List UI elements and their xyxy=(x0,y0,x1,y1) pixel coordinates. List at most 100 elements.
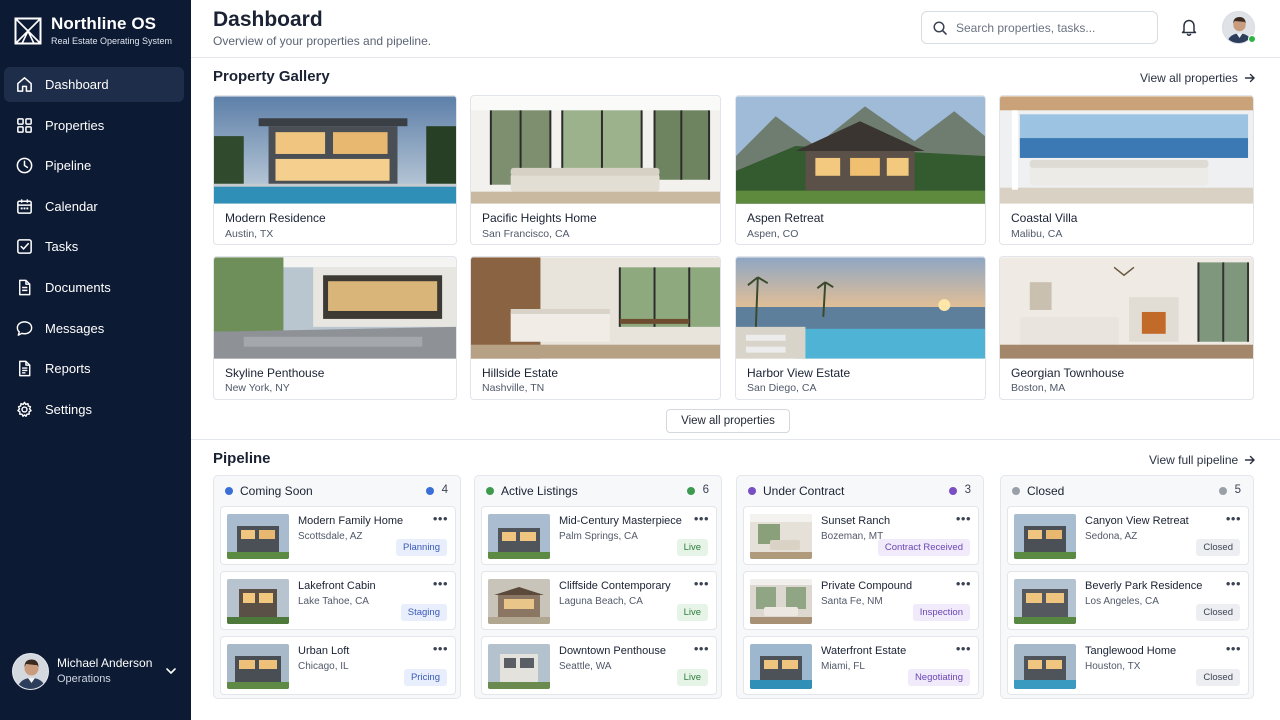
property-location: Nashville, TN xyxy=(482,382,545,394)
count-dot xyxy=(426,487,434,495)
status-badge: Live xyxy=(676,669,708,686)
property-photo xyxy=(214,257,456,359)
deal-card[interactable]: Downtown Penthouse Seattle, WA ••• Live xyxy=(481,636,717,695)
more-options-icon[interactable]: ••• xyxy=(694,641,709,656)
pipeline-title: Pipeline xyxy=(213,450,271,467)
deal-card[interactable]: Sunset Ranch Bozeman, MT ••• Contract Re… xyxy=(743,506,979,565)
more-options-icon[interactable]: ••• xyxy=(956,576,971,591)
sidebar-item-reports[interactable]: Reports xyxy=(4,351,184,386)
property-card-aspen-retreat[interactable]: Aspen Retreat Aspen, CO xyxy=(735,95,986,245)
sidebar-item-label: Documents xyxy=(45,279,111,295)
brand-tagline: Real Estate Operating System xyxy=(51,36,173,46)
more-options-icon[interactable]: ••• xyxy=(956,641,971,656)
property-name: Coastal Villa xyxy=(1011,211,1078,225)
deal-name: Beverly Park Residence xyxy=(1085,580,1203,592)
sidebar-item-documents[interactable]: Documents xyxy=(4,270,184,305)
more-options-icon[interactable]: ••• xyxy=(694,576,709,591)
column-header: Closed 5 xyxy=(1001,476,1253,506)
property-card-harbor-view-estate[interactable]: Harbor View Estate San Diego, CA xyxy=(735,256,986,400)
deal-card[interactable]: Mid-Century Masterpiece Palm Springs, CA… xyxy=(481,506,717,565)
deal-card[interactable]: Lakefront Cabin Lake Tahoe, CA ••• Stagi… xyxy=(220,571,456,630)
property-name: Pacific Heights Home xyxy=(482,211,597,225)
page-title: Dashboard xyxy=(213,8,323,31)
arrow-right-icon xyxy=(1244,73,1255,83)
deal-name: Tanglewood Home xyxy=(1085,645,1177,657)
status-badge: Closed xyxy=(1196,539,1240,556)
deal-card[interactable]: Waterfront Estate Miami, FL ••• Negotiat… xyxy=(743,636,979,695)
deal-card[interactable]: Cliffside Contemporary Laguna Beach, CA … xyxy=(481,571,717,630)
deal-thumbnail xyxy=(750,644,812,689)
user-menu[interactable]: Michael Anderson Operations xyxy=(12,651,182,691)
property-card-modern-residence[interactable]: Modern Residence Austin, TX xyxy=(213,95,457,245)
column-count: 3 xyxy=(964,484,971,496)
status-badge: Contract Received xyxy=(877,539,970,556)
sidebar-item-label: Reports xyxy=(45,361,91,377)
column-title: Active Listings xyxy=(501,484,578,498)
sidebar-item-properties[interactable]: Properties xyxy=(4,108,184,143)
deal-card[interactable]: Beverly Park Residence Los Angeles, CA •… xyxy=(1007,571,1249,630)
chevron-down-icon[interactable] xyxy=(164,664,178,678)
deal-name: Canyon View Retreat xyxy=(1085,515,1189,527)
northline-logo-icon xyxy=(14,17,42,45)
deal-card[interactable]: Urban Loft Chicago, IL ••• Pricing xyxy=(220,636,456,695)
more-options-icon[interactable]: ••• xyxy=(1226,576,1241,591)
search-box[interactable] xyxy=(921,11,1158,44)
online-status-dot xyxy=(1248,35,1256,43)
status-badge: Staging xyxy=(400,604,447,621)
deal-name: Sunset Ranch xyxy=(821,515,891,527)
user-role: Operations xyxy=(57,672,111,685)
sidebar-item-pipeline[interactable]: Pipeline xyxy=(4,148,184,183)
deal-card[interactable]: Tanglewood Home Houston, TX ••• Closed xyxy=(1007,636,1249,695)
deal-card[interactable]: Canyon View Retreat Sedona, AZ ••• Close… xyxy=(1007,506,1249,565)
property-location: San Diego, CA xyxy=(747,382,817,394)
sidebar-nav: Dashboard Properties Pipeline Calendar T… xyxy=(4,67,184,432)
more-options-icon[interactable]: ••• xyxy=(433,511,448,526)
more-options-icon[interactable]: ••• xyxy=(1226,511,1241,526)
avatar xyxy=(12,652,49,690)
search-input[interactable] xyxy=(956,20,1146,35)
view-all-properties-link[interactable]: View all properties xyxy=(1140,71,1256,85)
sidebar-item-label: Calendar xyxy=(45,198,98,214)
view-all-properties-button[interactable]: View all properties xyxy=(666,409,790,433)
user-portrait-icon xyxy=(13,653,48,689)
sidebar-item-calendar[interactable]: Calendar xyxy=(4,189,184,224)
property-card-skyline-penthouse[interactable]: Skyline Penthouse New York, NY xyxy=(213,256,457,400)
chat-icon xyxy=(16,320,33,336)
deal-name: Private Compound xyxy=(821,580,913,592)
property-location: Boston, MA xyxy=(1011,382,1066,394)
sidebar-item-label: Settings xyxy=(45,401,92,417)
sidebar-item-label: Messages xyxy=(45,320,105,336)
sidebar-item-tasks[interactable]: Tasks xyxy=(4,229,184,264)
brand[interactable]: Northline OS Real Estate Operating Syste… xyxy=(14,14,172,47)
deal-card[interactable]: Private Compound Santa Fe, NM ••• Inspec… xyxy=(743,571,979,630)
more-options-icon[interactable]: ••• xyxy=(1226,641,1241,656)
sidebar-item-label: Dashboard xyxy=(45,77,109,92)
property-card-georgian-townhouse[interactable]: Georgian Townhouse Boston, MA xyxy=(999,256,1254,400)
property-card-pacific-heights-home[interactable]: Pacific Heights Home San Francisco, CA xyxy=(470,95,721,245)
view-all-properties-label: View all properties xyxy=(1140,71,1238,85)
calendar-icon xyxy=(17,199,32,214)
deal-card[interactable]: Modern Family Home Scottsdale, AZ ••• Pl… xyxy=(220,506,456,565)
view-full-pipeline-link[interactable]: View full pipeline xyxy=(1149,453,1256,467)
sidebar-item-messages[interactable]: Messages xyxy=(4,311,184,346)
report-icon xyxy=(19,360,31,377)
sidebar-item-dashboard[interactable]: Dashboard xyxy=(4,67,184,102)
pipeline-column-coming-soon: Coming Soon 4 Modern Family Home Scottsd… xyxy=(213,475,461,699)
search-icon xyxy=(933,20,947,35)
deal-location: Sedona, AZ xyxy=(1085,531,1138,542)
deal-thumbnail xyxy=(750,579,812,624)
bell-icon[interactable] xyxy=(1179,17,1199,37)
pipeline-column-closed: Closed 5 Canyon View Retreat Sedona, AZ … xyxy=(1000,475,1254,699)
property-photo xyxy=(471,96,720,204)
more-options-icon[interactable]: ••• xyxy=(956,511,971,526)
deal-thumbnail xyxy=(227,579,289,624)
deal-location: Seattle, WA xyxy=(559,661,612,672)
more-options-icon[interactable]: ••• xyxy=(433,576,448,591)
sidebar-item-settings[interactable]: Settings xyxy=(4,392,184,427)
more-options-icon[interactable]: ••• xyxy=(694,511,709,526)
property-card-hillside-estate[interactable]: Hillside Estate Nashville, TN xyxy=(470,256,721,400)
brand-name: Northline OS xyxy=(51,14,157,33)
pipeline-column-under-contract: Under Contract 3 Sunset Ranch Bozeman, M… xyxy=(736,475,984,699)
more-options-icon[interactable]: ••• xyxy=(433,641,448,656)
property-card-coastal-villa[interactable]: Coastal Villa Malibu, CA xyxy=(999,95,1254,245)
